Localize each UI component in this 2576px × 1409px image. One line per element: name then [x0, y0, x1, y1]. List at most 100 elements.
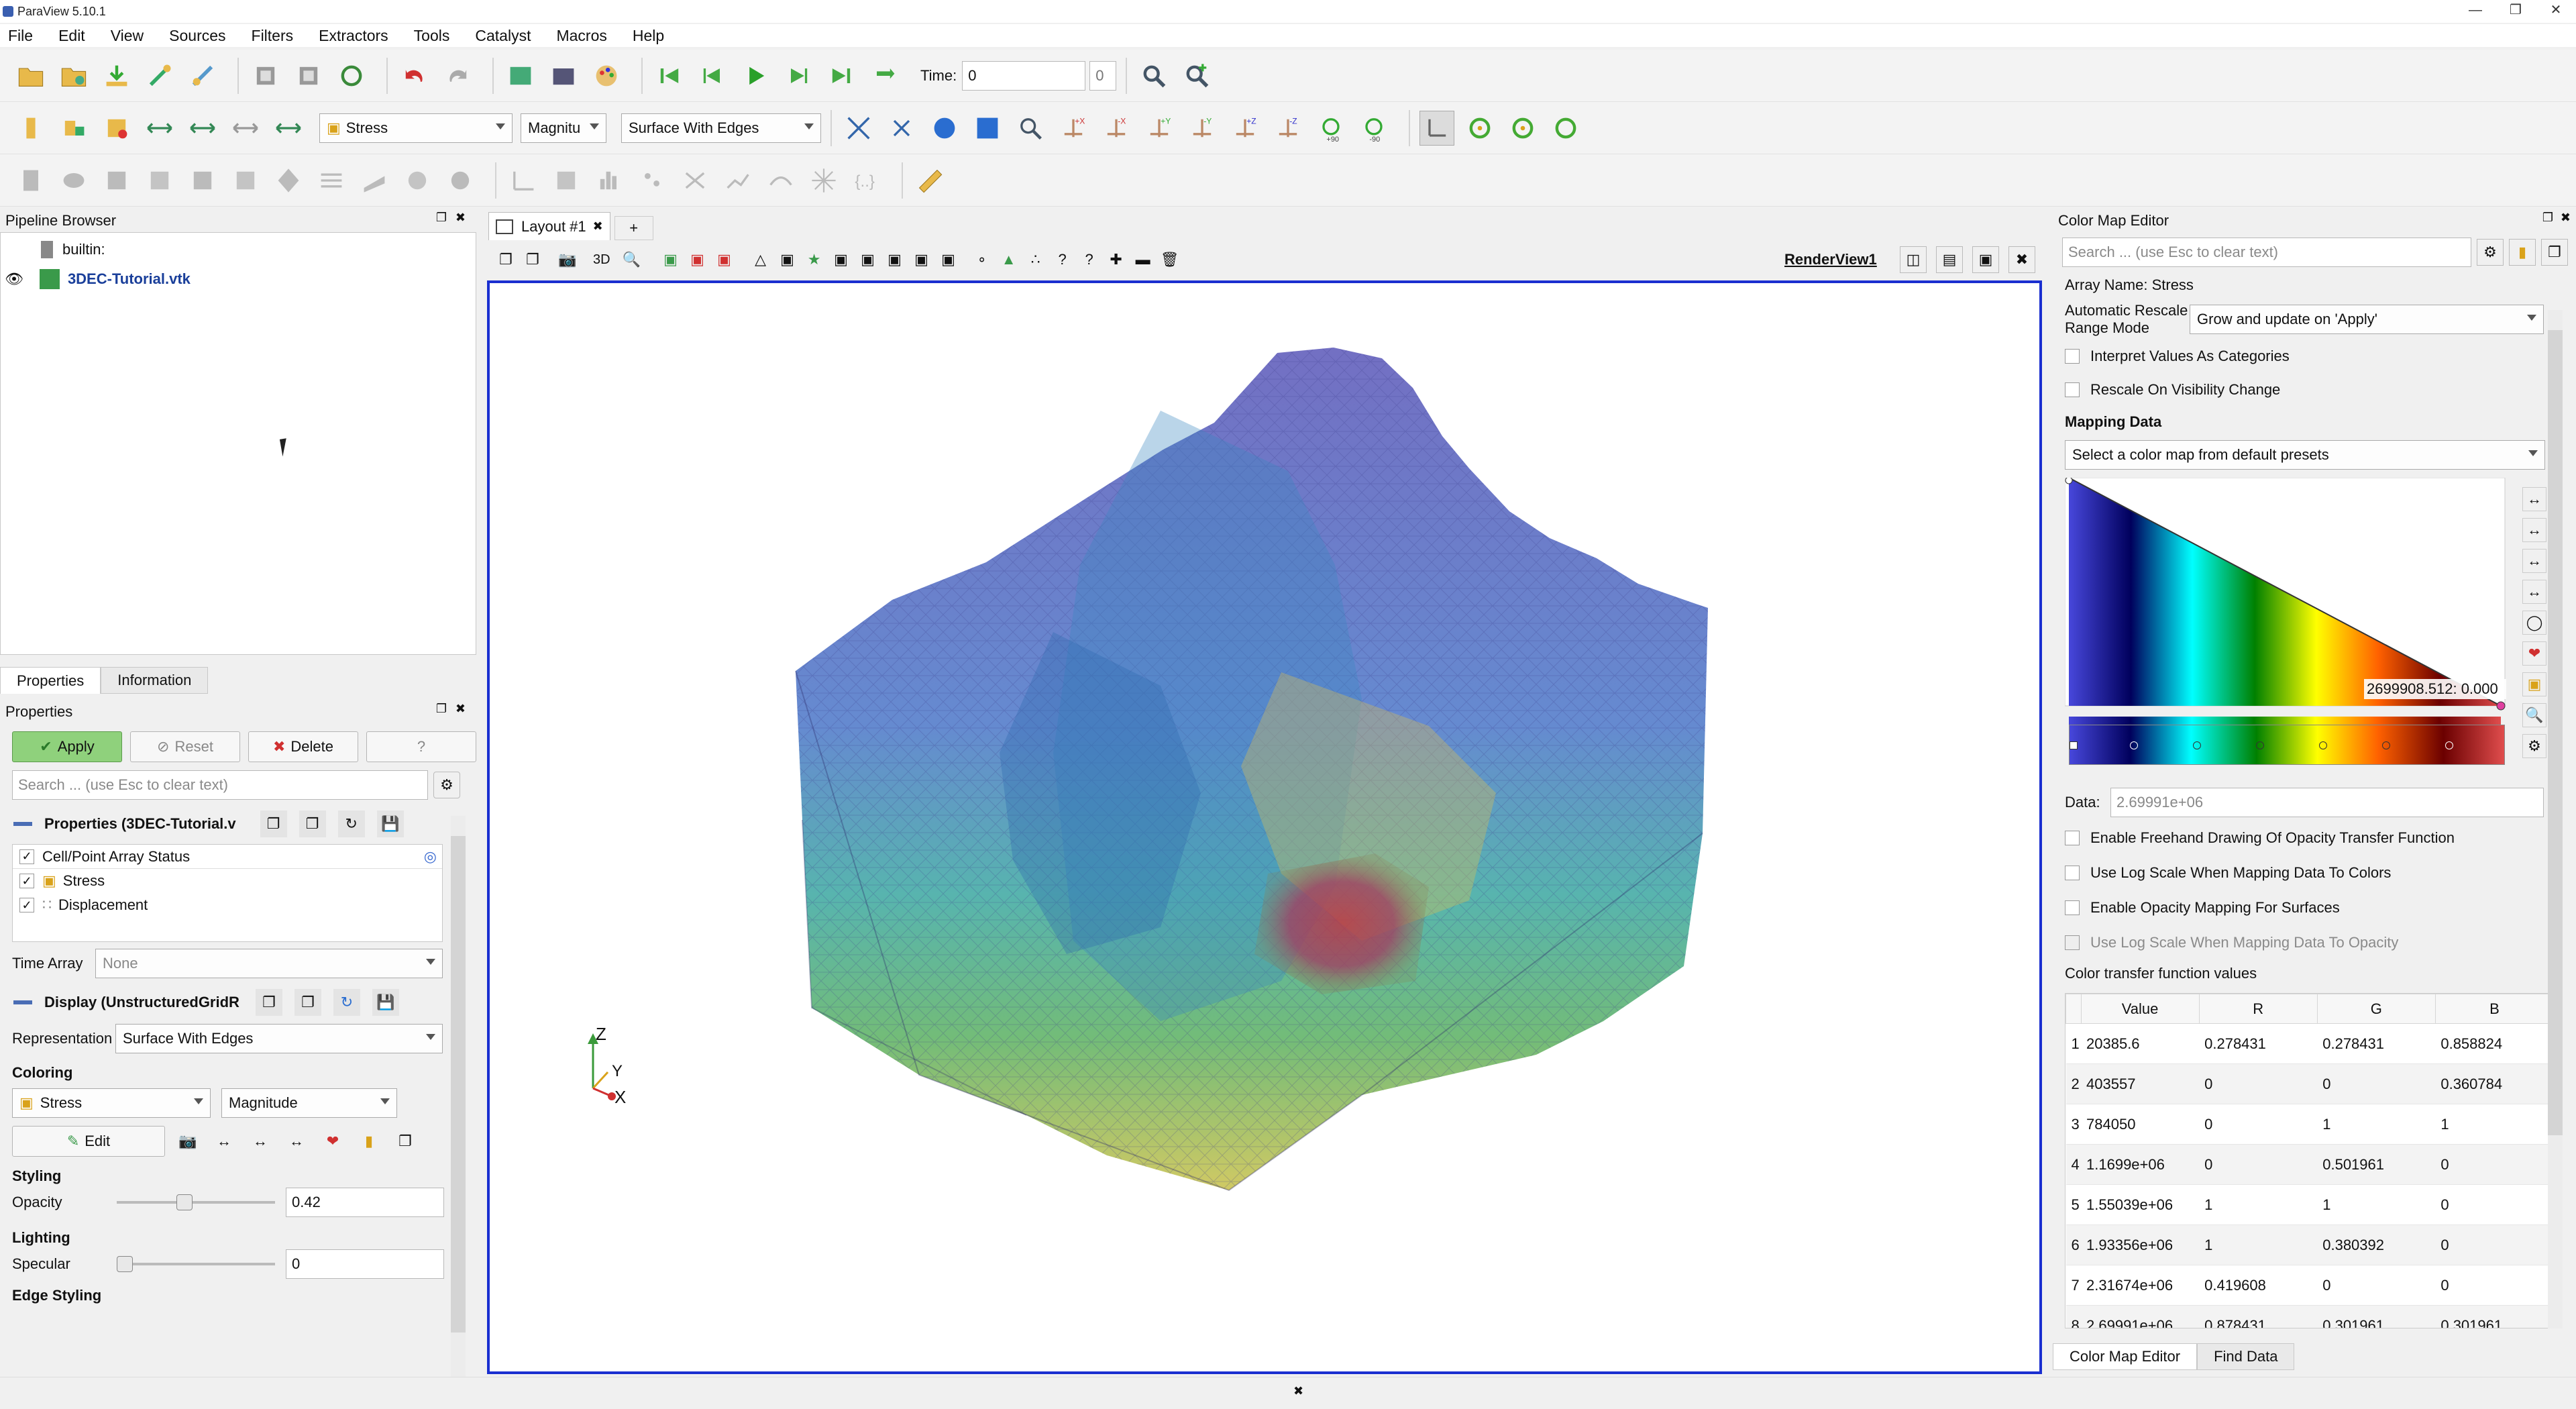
cme-gear-icon[interactable]: ⚙: [2477, 239, 2504, 266]
component-select[interactable]: Magnitu: [521, 113, 606, 143]
pipeline-root[interactable]: builtin:: [41, 241, 105, 258]
representation-select[interactable]: Surface With Edges: [115, 1024, 443, 1053]
favorite-preset-icon[interactable]: ❤: [319, 1128, 346, 1155]
loop-icon[interactable]: [867, 58, 902, 93]
rescale-custom-small-icon[interactable]: ↔: [247, 1128, 274, 1155]
paste-display-icon[interactable]: ❐: [294, 989, 321, 1016]
trash-icon[interactable]: 🗑: [1157, 246, 1183, 273]
table-row[interactable]: 1 20385.6 0.278431 0.278431 0.858824: [2065, 1023, 2553, 1064]
displacement-checkbox[interactable]: ✓: [19, 898, 34, 912]
color-settings-icon[interactable]: [99, 111, 134, 146]
tab-color-map-editor[interactable]: Color Map Editor: [2053, 1343, 2198, 1370]
reset-camera-icon[interactable]: [841, 111, 876, 146]
extract-level-icon[interactable]: [443, 163, 478, 198]
paste-icon[interactable]: ❐: [299, 811, 326, 837]
subtract-selection-icon[interactable]: ▬: [1130, 246, 1157, 273]
first-frame-icon[interactable]: [652, 58, 687, 93]
color-transfer-bar[interactable]: [2069, 725, 2505, 765]
restore-icon[interactable]: ❐: [2496, 0, 2536, 23]
stream-tracer-icon[interactable]: [314, 163, 349, 198]
array-select[interactable]: ▣ Stress: [319, 113, 513, 143]
tab-properties[interactable]: Properties: [0, 667, 101, 694]
add-selection-icon[interactable]: ✚: [1103, 246, 1130, 273]
reset-session-icon[interactable]: [334, 58, 369, 93]
rescale-custom-icon[interactable]: [185, 111, 220, 146]
rescale-temporal-icon[interactable]: [228, 111, 263, 146]
color-legend-icon[interactable]: [13, 111, 48, 146]
col-value[interactable]: Value: [2080, 994, 2200, 1024]
find-selection-icon[interactable]: ?: [1049, 246, 1076, 273]
restore-display-icon[interactable]: ↻: [333, 989, 360, 1016]
find-data-icon[interactable]: [1136, 58, 1171, 93]
plot-selection-icon[interactable]: [549, 163, 584, 198]
close-icon[interactable]: ✕: [2536, 0, 2576, 23]
select-all-checkbox[interactable]: ✓: [19, 849, 34, 864]
sparkle-icon[interactable]: [806, 163, 841, 198]
section-properties-header[interactable]: Properties (3DEC-Tutorial.v ❐ ❐ ↻ 💾: [0, 809, 476, 839]
redo-camera-icon[interactable]: [291, 58, 326, 93]
close-panel-icon[interactable]: ✖: [455, 211, 466, 225]
extract-selection-icon[interactable]: ∴: [1022, 246, 1049, 273]
open-recent-icon[interactable]: [56, 58, 91, 93]
scatter-plot-icon[interactable]: [635, 163, 669, 198]
ruler-icon[interactable]: [912, 163, 947, 198]
tf-settings-icon[interactable]: ⚙: [2522, 734, 2546, 758]
float-cme-icon[interactable]: ❐: [2542, 211, 2553, 225]
plot-over-line-icon[interactable]: [506, 163, 541, 198]
rescale-range-icon[interactable]: [142, 111, 177, 146]
zoom-to-data-icon[interactable]: [927, 111, 962, 146]
select-block-icon[interactable]: ▣: [774, 246, 801, 273]
glyph-icon[interactable]: [271, 163, 306, 198]
view-plus-y-icon[interactable]: +Y: [1142, 111, 1177, 146]
help-button[interactable]: ?: [366, 731, 476, 762]
save-display-icon[interactable]: 💾: [372, 989, 399, 1016]
eye-visibility-icon[interactable]: 👁: [5, 270, 23, 288]
copy-display-icon[interactable]: ❐: [255, 989, 282, 1016]
opacity-slider-thumb[interactable]: [176, 1194, 193, 1210]
section-display-header[interactable]: Display (UnstructuredGridR ❐ ❐ ↻ 💾: [0, 988, 476, 1017]
reset-center-icon[interactable]: [1505, 111, 1540, 146]
close-properties-icon[interactable]: ✖: [455, 702, 466, 716]
rotate-minus90-icon[interactable]: -90: [1356, 111, 1391, 146]
menu-catalyst[interactable]: Catalyst: [475, 27, 531, 45]
interpret-categories-checkbox[interactable]: [2065, 349, 2080, 364]
warp-vector-icon[interactable]: [357, 163, 392, 198]
layout-tab[interactable]: Layout #1 ✖: [488, 212, 610, 240]
sort-icon[interactable]: ◎: [424, 848, 437, 866]
view-plus-x-icon[interactable]: +X: [1056, 111, 1091, 146]
log-colors-checkbox[interactable]: [2065, 866, 2080, 880]
restore-defaults-icon[interactable]: ↻: [337, 811, 365, 837]
view-minus-z-icon[interactable]: -Z: [1271, 111, 1305, 146]
opacity-slider[interactable]: [117, 1192, 275, 1212]
color-array-select[interactable]: ▣ Stress: [12, 1088, 211, 1118]
toggle-3d-button[interactable]: 3D: [593, 252, 610, 268]
rescale-mode-select[interactable]: Grow and update on 'Apply': [2190, 305, 2544, 334]
hover-points-icon[interactable]: ▣: [855, 246, 881, 273]
tf-zoom-icon[interactable]: 🔍: [2522, 703, 2546, 727]
properties-scrollbar[interactable]: [451, 816, 466, 1379]
close-view-icon[interactable]: ✖: [2008, 246, 2035, 273]
reset-camera-closest-icon[interactable]: [884, 111, 919, 146]
polygon-select-icon[interactable]: ▣: [828, 246, 855, 273]
rescale-data-icon[interactable]: ↔: [211, 1128, 237, 1155]
slice-icon[interactable]: [142, 163, 177, 198]
advanced-gear-icon[interactable]: ⚙: [433, 772, 460, 798]
undo-icon[interactable]: [397, 58, 432, 93]
time-step-spinbox[interactable]: 0: [1089, 60, 1117, 91]
float-panel-icon[interactable]: ❐: [436, 211, 447, 225]
view-minus-x-icon[interactable]: -X: [1099, 111, 1134, 146]
show-legend-icon[interactable]: ▮: [356, 1128, 382, 1155]
close-cme-icon[interactable]: ✖: [2561, 211, 2571, 225]
menu-file[interactable]: File: [8, 27, 33, 45]
select-points-on-icon[interactable]: ▣: [684, 246, 711, 273]
pick-center-icon[interactable]: [1462, 111, 1497, 146]
transfer-function-editor[interactable]: 2699908.512: 0.000: [2064, 476, 2518, 726]
rotate-plus90-icon[interactable]: +90: [1313, 111, 1348, 146]
menu-extractors[interactable]: Extractors: [319, 27, 388, 45]
select-cells-on-icon[interactable]: ▣: [657, 246, 684, 273]
reset-button[interactable]: ⊘ Reset: [130, 731, 240, 762]
extract-subset-icon[interactable]: [228, 163, 263, 198]
add-layout-tab[interactable]: +: [614, 216, 653, 240]
table-row[interactable]: 6 1.93356e+06 1 0.380392 0: [2065, 1224, 2553, 1265]
cme-legend-icon[interactable]: ▮: [2509, 239, 2536, 266]
